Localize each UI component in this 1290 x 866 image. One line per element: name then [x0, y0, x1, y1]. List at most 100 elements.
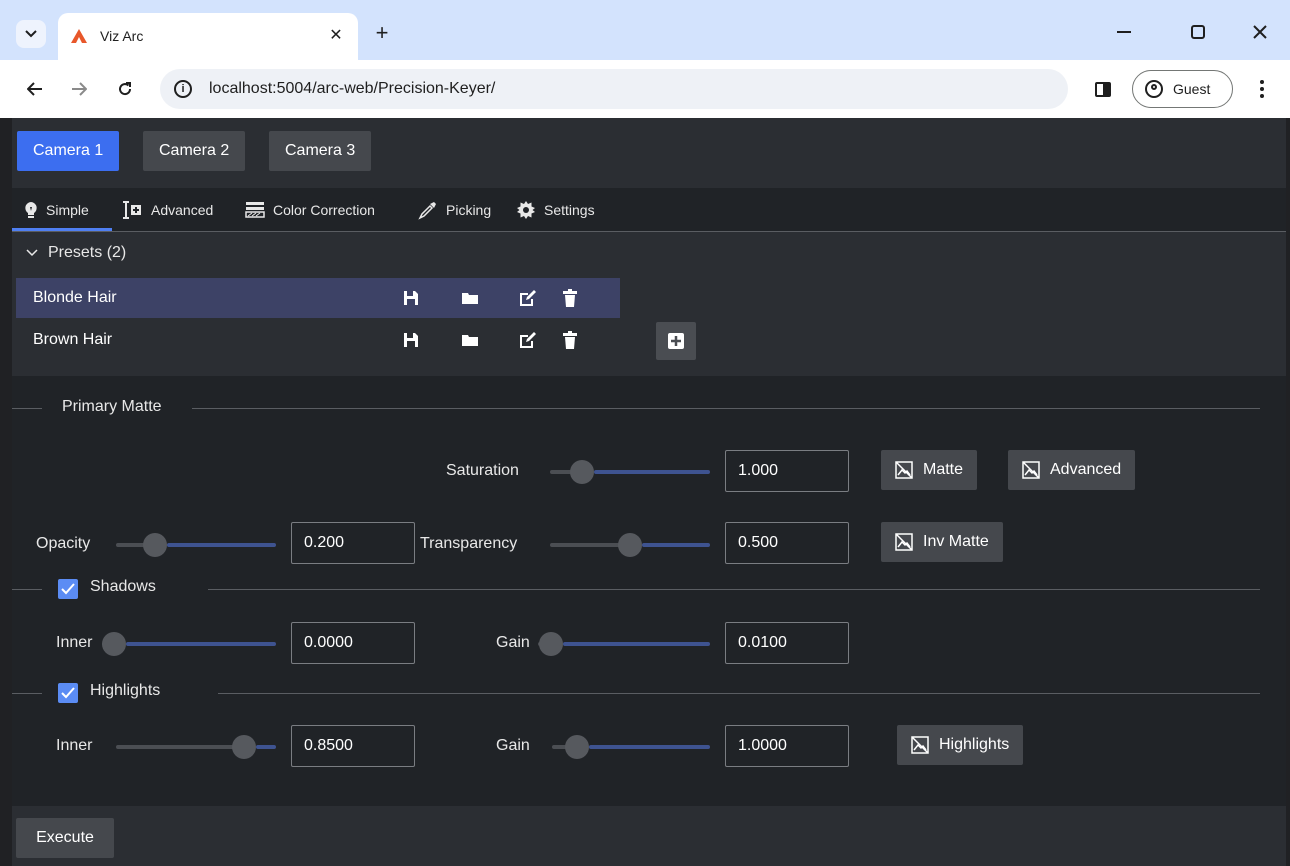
- highlights-checkbox[interactable]: [58, 683, 78, 703]
- transparency-label: Transparency: [420, 535, 518, 552]
- slider-handle[interactable]: [231, 735, 256, 759]
- edit-icon[interactable]: [518, 330, 538, 350]
- save-icon[interactable]: [401, 288, 421, 308]
- tab-title: Viz Arc: [100, 28, 144, 44]
- reload-button[interactable]: [110, 74, 140, 104]
- camera-2-button[interactable]: Camera 2: [143, 131, 246, 171]
- slider-handle[interactable]: [565, 735, 590, 759]
- browser-tabstrip: Viz Arc ✕ +: [0, 0, 1290, 60]
- open-folder-icon[interactable]: [460, 330, 480, 350]
- tab-color-correction-label: Color Correction: [273, 202, 375, 218]
- shadows-gain-input[interactable]: 0.0100: [725, 622, 849, 664]
- maximize-button[interactable]: [1178, 16, 1218, 48]
- preset-row[interactable]: Brown Hair: [16, 320, 620, 360]
- advanced-matte-button[interactable]: Advanced: [1008, 450, 1136, 490]
- new-tab-button[interactable]: +: [370, 20, 394, 45]
- open-folder-icon[interactable]: [460, 288, 480, 308]
- save-icon[interactable]: [401, 330, 421, 350]
- divider: [12, 408, 42, 409]
- tab-settings-label: Settings: [544, 202, 595, 218]
- checkmark-icon: [61, 687, 75, 699]
- matte-button-label: Matte: [923, 461, 964, 478]
- tab-color-correction[interactable]: Color Correction: [245, 196, 375, 224]
- opacity-slider[interactable]: [116, 533, 276, 557]
- back-arrow-icon: [27, 82, 42, 96]
- tab-advanced-label: Advanced: [151, 202, 214, 218]
- tab-picking[interactable]: Picking: [418, 196, 491, 224]
- shadows-inner-label: Inner: [56, 634, 93, 651]
- keyer-controls: Primary Matte Saturation 1.000 Matte Adv…: [12, 376, 1286, 806]
- slider-handle[interactable]: [143, 533, 168, 557]
- transparency-input[interactable]: 0.500: [725, 522, 849, 564]
- camera-3-button[interactable]: Camera 3: [269, 131, 372, 171]
- hide-image-icon: [895, 461, 913, 479]
- shadows-checkbox[interactable]: [58, 579, 78, 599]
- tab-simple[interactable]: Simple: [24, 196, 89, 224]
- browser-toolbar: i localhost:5004/arc-web/Precision-Keyer…: [0, 60, 1290, 118]
- minimize-icon: [1117, 31, 1131, 33]
- url-text[interactable]: localhost:5004/arc-web/Precision-Keyer/: [209, 80, 495, 98]
- profile-icon: [1145, 80, 1163, 98]
- transparency-slider[interactable]: [550, 533, 710, 557]
- opacity-input[interactable]: 0.200: [291, 522, 415, 564]
- browser-menu-icon[interactable]: [1250, 74, 1274, 104]
- opacity-label: Opacity: [36, 535, 91, 552]
- edit-icon[interactable]: [518, 288, 538, 308]
- camera-1-button[interactable]: Camera 1: [17, 131, 120, 171]
- trash-icon[interactable]: [560, 288, 580, 308]
- hide-image-icon: [1022, 461, 1040, 479]
- tab-picking-label: Picking: [446, 202, 492, 218]
- highlights-inner-label: Inner: [56, 737, 93, 754]
- highlights-button-label: Highlights: [939, 736, 1010, 753]
- highlights-title: Highlights: [90, 682, 161, 699]
- execute-button[interactable]: Execute: [16, 818, 114, 858]
- forward-button[interactable]: [64, 74, 94, 104]
- highlights-inner-slider[interactable]: [116, 735, 276, 759]
- close-window-button[interactable]: [1240, 16, 1280, 48]
- inv-matte-button-label: Inv Matte: [923, 533, 989, 550]
- forward-arrow-icon: [72, 82, 87, 96]
- saturation-slider[interactable]: [550, 460, 710, 484]
- checkmark-icon: [61, 583, 75, 595]
- tab-close-icon[interactable]: ✕: [326, 25, 346, 45]
- add-preset-button[interactable]: [656, 322, 696, 360]
- slider-handle[interactable]: [102, 632, 126, 656]
- matte-button[interactable]: Matte: [881, 450, 978, 490]
- profile-label: Guest: [1173, 81, 1211, 97]
- shadows-gain-slider[interactable]: [538, 632, 710, 656]
- mode-tabs: Simple Advanced Color Correction Picking…: [12, 188, 1286, 232]
- back-button[interactable]: [20, 74, 50, 104]
- browser-tab[interactable]: Viz Arc ✕: [58, 13, 358, 60]
- tab-advanced[interactable]: Advanced: [121, 196, 213, 224]
- saturation-input[interactable]: 1.000: [725, 450, 849, 492]
- presets-header[interactable]: Presets (2): [26, 242, 126, 264]
- side-panel-icon[interactable]: [1095, 82, 1111, 97]
- highlights-gain-input[interactable]: 1.0000: [725, 725, 849, 767]
- highlights-inner-input[interactable]: 0.8500: [291, 725, 415, 767]
- tab-simple-label: Simple: [46, 202, 89, 218]
- highlights-matte-button[interactable]: Highlights: [897, 725, 1024, 765]
- slider-handle[interactable]: [618, 533, 642, 557]
- shadows-inner-input[interactable]: 0.0000: [291, 622, 415, 664]
- profile-button[interactable]: Guest: [1132, 70, 1233, 108]
- divider: [12, 589, 42, 590]
- lightbulb-icon: [25, 202, 37, 218]
- trash-icon[interactable]: [560, 330, 580, 350]
- tab-settings[interactable]: Settings: [516, 196, 595, 224]
- minimize-button[interactable]: [1104, 16, 1144, 48]
- gear-icon: [517, 201, 535, 219]
- slider-handle[interactable]: [570, 460, 595, 484]
- plus-square-icon: [668, 333, 684, 349]
- divider: [218, 693, 1260, 694]
- tab-search-button[interactable]: [16, 20, 46, 48]
- address-bar[interactable]: i localhost:5004/arc-web/Precision-Keyer…: [160, 69, 1068, 109]
- site-info-icon[interactable]: i: [174, 80, 192, 98]
- preset-row[interactable]: Blonde Hair: [16, 278, 620, 318]
- presets-title: Presets (2): [48, 244, 127, 261]
- inv-matte-button[interactable]: Inv Matte: [881, 522, 1003, 562]
- viz-arc-logo-icon: [71, 29, 87, 43]
- shadows-inner-slider[interactable]: [102, 632, 276, 656]
- highlights-gain-slider[interactable]: [552, 735, 710, 759]
- chevron-down-icon: [26, 249, 38, 257]
- slider-handle[interactable]: [539, 632, 564, 656]
